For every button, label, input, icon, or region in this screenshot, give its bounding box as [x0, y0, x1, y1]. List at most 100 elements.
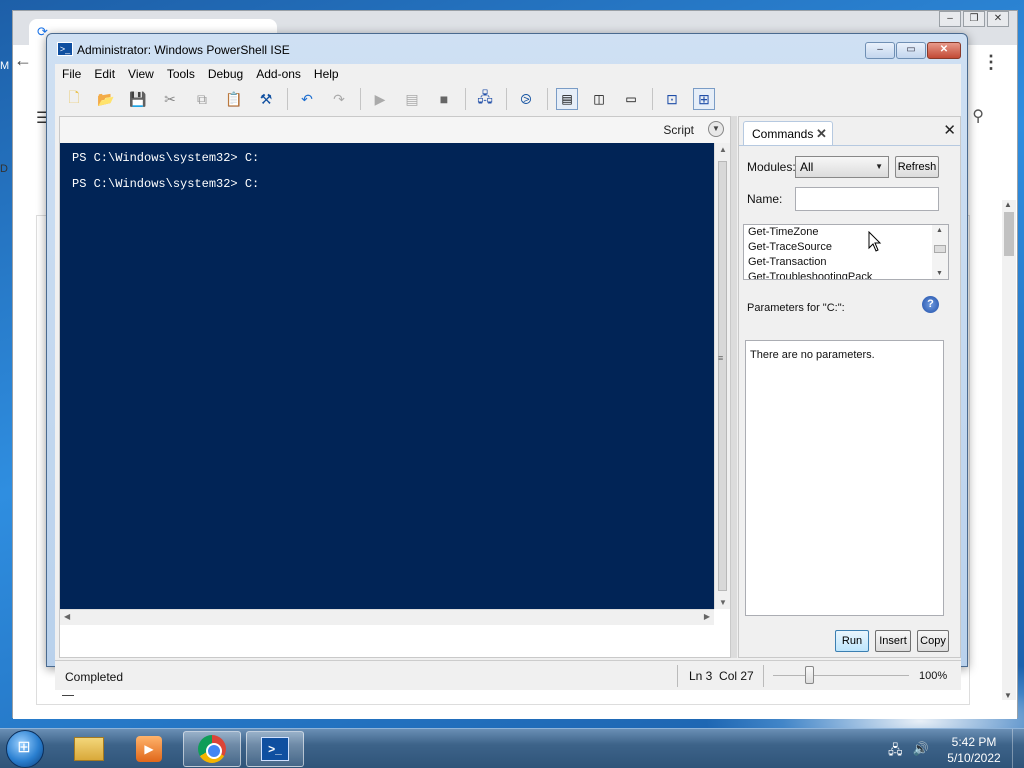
chrome-icon — [198, 735, 226, 763]
redo-icon[interactable]: ↷ — [328, 88, 350, 110]
menu-file[interactable]: File — [55, 64, 87, 84]
commands-tab-label: Commands — [752, 127, 814, 141]
close-pane-icon[interactable]: ✕ — [943, 121, 956, 139]
browser-restore-button[interactable]: ❐ — [963, 11, 985, 27]
modules-dropdown[interactable]: All ▼ — [795, 156, 889, 178]
save-icon[interactable]: 💾 — [127, 88, 149, 110]
open-file-icon[interactable]: 📂 — [95, 88, 117, 110]
commands-tab[interactable]: Commands ✕ — [743, 121, 833, 145]
scroll-left-icon[interactable]: ◀ — [64, 612, 70, 621]
scroll-down-icon[interactable]: ▼ — [719, 598, 727, 607]
toolbar-separator — [547, 88, 548, 110]
close-button[interactable]: ✕ — [927, 42, 961, 59]
show-script-pane-icon[interactable]: ▼ — [708, 121, 724, 137]
name-input[interactable] — [795, 187, 939, 211]
command-list-scrollbar-thumb[interactable] — [934, 245, 946, 253]
status-text: Completed — [65, 670, 124, 684]
script-label[interactable]: Script — [663, 123, 694, 137]
zoom-slider[interactable] — [773, 675, 909, 676]
volume-icon[interactable]: 🔊 — [913, 741, 929, 763]
console-line: PS C:\Windows\system32> C: — [72, 177, 260, 191]
browser-minimize-button[interactable]: – — [939, 11, 961, 27]
menu-add-ons[interactable]: Add-ons — [249, 64, 307, 84]
browser-menu-icon[interactable]: ⋮ — [982, 52, 1000, 73]
scroll-down-icon[interactable]: ▼ — [936, 270, 943, 277]
menu-view[interactable]: View — [121, 64, 160, 84]
console-horizontal-scrollbar[interactable]: ◀ ▶ — [60, 609, 714, 625]
show-command-window-icon[interactable]: ⊡ — [661, 88, 683, 110]
run-button[interactable]: Run — [835, 630, 869, 652]
powershell-icon: >_ — [57, 42, 73, 56]
title-bar[interactable]: >_ Administrator: Windows PowerShell ISE… — [47, 34, 967, 64]
show-desktop-button[interactable] — [1012, 729, 1024, 768]
scroll-up-icon[interactable]: ▲ — [719, 145, 727, 154]
maximize-button[interactable]: ▭ — [896, 42, 926, 59]
clear-console-icon[interactable]: ⚒ — [255, 88, 277, 110]
close-tab-icon[interactable]: ✕ — [816, 126, 827, 142]
list-item[interactable]: Get-TraceSource — [748, 241, 832, 253]
show-script-max-icon[interactable]: ▭ — [620, 88, 642, 110]
no-parameters-text: There are no parameters. — [750, 349, 875, 361]
console-output[interactable]: PS C:\Windows\system32> C: PS C:\Windows… — [60, 143, 714, 609]
cut-icon[interactable]: ✂ — [159, 88, 181, 110]
page-checkbox[interactable] — [62, 695, 74, 707]
clock[interactable]: 5:42 PM 5/10/2022 — [944, 734, 1004, 766]
command-list[interactable]: Get-TimeZone Get-TraceSource Get-Transac… — [743, 224, 949, 280]
console-scrollbar-thumb[interactable] — [718, 161, 727, 591]
show-command-addon-icon[interactable]: ⊞ — [693, 88, 715, 110]
browser-close-button[interactable]: ✕ — [987, 11, 1009, 27]
show-script-right-icon[interactable]: ◫ — [588, 88, 610, 110]
new-file-icon[interactable]: 🗋 — [63, 88, 85, 110]
copy-button[interactable]: Copy — [917, 630, 949, 652]
menu-help[interactable]: Help — [307, 64, 345, 84]
paste-icon[interactable]: 📋 — [223, 88, 245, 110]
stop-icon[interactable]: ■ — [433, 88, 455, 110]
scroll-up-icon[interactable]: ▲ — [936, 227, 943, 234]
scroll-right-icon[interactable]: ▶ — [704, 612, 710, 621]
undo-icon[interactable]: ↶ — [296, 88, 318, 110]
taskbar-chrome[interactable] — [183, 731, 241, 767]
menu-tools[interactable]: Tools — [160, 64, 201, 84]
list-item[interactable]: Get-TroubleshootingPack — [748, 271, 872, 279]
zoom-level: 100% — [919, 670, 948, 682]
toolbar-separator — [360, 88, 361, 110]
network-icon[interactable]: 🖧 — [888, 741, 903, 763]
help-icon[interactable]: ? — [922, 296, 939, 313]
window-title: Administrator: Windows PowerShell ISE — [77, 43, 290, 57]
scroll-down-icon[interactable]: ▼ — [1004, 691, 1012, 700]
scroll-up-icon[interactable]: ▲ — [1004, 200, 1012, 209]
menu-edit[interactable]: Edit — [87, 64, 121, 84]
status-divider — [677, 665, 678, 687]
new-remote-tab-icon[interactable]: 🖧 — [474, 88, 496, 110]
powershell-ise-window[interactable]: >_ Administrator: Windows PowerShell ISE… — [46, 33, 968, 690]
toolbar-separator — [506, 88, 507, 110]
taskbar-powershell[interactable]: >_ — [246, 731, 304, 767]
page-search-icon[interactable]: ⚲ — [972, 106, 984, 126]
start-powershell-icon[interactable]: ⧁ — [515, 88, 537, 110]
powershell-icon: >_ — [261, 737, 289, 761]
taskbar: ⊞ ▶ >_ 🖧 🔊 5:42 PM 5/10/2022 — [0, 728, 1024, 768]
clock-date: 5/10/2022 — [947, 751, 1001, 765]
toolbar-separator — [465, 88, 466, 110]
browser-scrollbar[interactable]: ▲ ▼ — [1002, 200, 1016, 700]
run-selection-icon[interactable]: ▤ — [401, 88, 423, 110]
zoom-slider-thumb[interactable] — [804, 666, 814, 684]
console-vertical-scrollbar[interactable]: ▲ ≡ ▼ — [714, 143, 730, 609]
taskbar-media-player[interactable]: ▶ — [120, 731, 178, 767]
browser-scrollbar-thumb[interactable] — [1004, 212, 1014, 256]
copy-icon[interactable]: ⧉ — [191, 88, 213, 110]
show-script-top-icon[interactable]: ▤ — [556, 88, 578, 110]
run-script-icon[interactable]: ▶ — [369, 88, 391, 110]
toolbar: 🗋 📂 💾 ✂ ⧉ 📋 ⚒ ↶ ↷ ▶ ▤ ■ 🖧 ⧁ ▤ ◫ ▭ ⊡ ⊞ — [55, 84, 961, 114]
command-list-scrollbar[interactable]: ▲ ▼ — [932, 225, 948, 279]
list-item[interactable]: Get-Transaction — [748, 256, 826, 268]
pane-splitter[interactable] — [731, 116, 737, 658]
refresh-button[interactable]: Refresh — [895, 156, 939, 178]
parameters-label: Parameters for "C:": — [747, 302, 845, 314]
taskbar-explorer[interactable] — [60, 731, 118, 767]
insert-button[interactable]: Insert — [875, 630, 911, 652]
list-item[interactable]: Get-TimeZone — [748, 226, 819, 238]
browser-back-icon[interactable]: ← — [14, 50, 32, 71]
menu-debug[interactable]: Debug — [201, 64, 249, 84]
minimize-button[interactable]: – — [865, 42, 895, 59]
